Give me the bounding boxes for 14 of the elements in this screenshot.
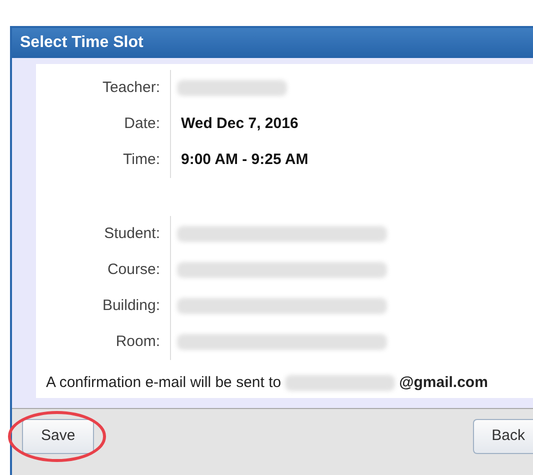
field-label: Teacher: xyxy=(101,78,161,98)
save-button[interactable]: Save xyxy=(22,419,94,454)
field-value: Wed Dec 7, 2016 xyxy=(180,114,298,134)
field-value: 9:00 AM - 9:25 AM xyxy=(180,150,308,170)
field-label: Time: xyxy=(122,150,161,170)
field-label: Student: xyxy=(103,224,161,244)
dialog-title: Select Time Slot xyxy=(12,28,533,58)
field-label: Building: xyxy=(101,296,161,316)
email-domain: @gmail.com xyxy=(399,373,488,393)
field-label: Course: xyxy=(106,260,161,280)
field-label: Room: xyxy=(114,332,161,352)
back-button[interactable]: Back xyxy=(472,419,533,454)
field-label: Date: xyxy=(123,114,161,134)
confirmation-text: A confirmation e-mail will be sent to xyxy=(46,373,282,393)
